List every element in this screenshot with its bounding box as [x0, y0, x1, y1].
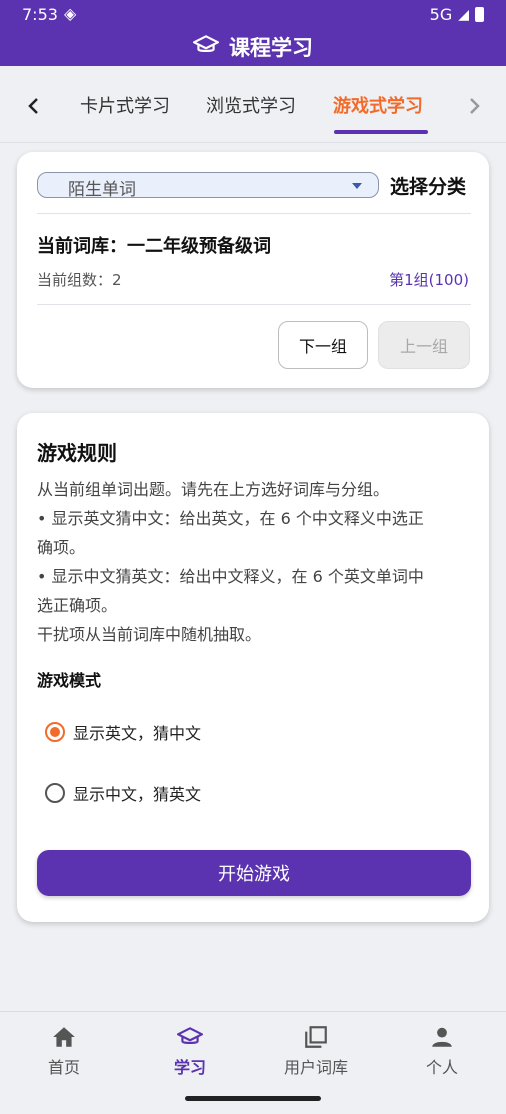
app-bar: 课程学习: [0, 28, 506, 66]
home-icon: [4, 1024, 124, 1050]
tab-game-study[interactable]: 游戏式学习: [333, 92, 423, 118]
prev-group-button[interactable]: 上一组: [378, 321, 470, 369]
rules-line: 干扰项从当前词库中随机抽取。: [37, 625, 262, 644]
library-card: 陌生单词 选择分类 当前词库：一二年级预备级词 当前组数：2 第1组(100) …: [17, 152, 489, 388]
category-select[interactable]: 陌生单词: [37, 172, 379, 200]
network-label: 5G: [429, 5, 453, 24]
radio-checked-icon[interactable]: [45, 722, 65, 742]
mode-option-label: 显示中文，猜英文: [73, 785, 202, 804]
nav-label: 用户词库: [283, 1058, 348, 1077]
person-icon: [382, 1024, 502, 1050]
bottom-nav: 首页 学习 用户词库 个人: [0, 1011, 506, 1114]
rules-line: • 显示英文猜中文：给出英文，在 6 个中文释义中选正: [37, 509, 424, 528]
group-count: 当前组数：2: [37, 271, 122, 289]
status-right: 5G ◢: [430, 5, 484, 24]
rules-line: 选正确项。: [37, 596, 118, 615]
nav-item-study[interactable]: 学习: [130, 1024, 250, 1078]
game-mode-title: 游戏模式: [37, 671, 102, 690]
nav-item-profile[interactable]: 个人: [382, 1024, 502, 1078]
status-time: 7:53: [22, 5, 58, 24]
tab-card-study[interactable]: 卡片式学习: [80, 92, 170, 118]
battery-icon: [475, 7, 484, 22]
nav-label: 个人: [425, 1058, 458, 1077]
chevron-right-icon[interactable]: [464, 94, 484, 118]
nav-item-user-library[interactable]: 用户词库: [256, 1024, 376, 1078]
nav-item-home[interactable]: 首页: [4, 1024, 124, 1078]
home-indicator[interactable]: [185, 1096, 321, 1101]
category-select-value: 陌生单词: [68, 180, 136, 200]
rules-text: 从当前组单词出题。请先在上方选好词库与分组。 • 显示英文猜中文：给出英文，在 …: [37, 475, 469, 649]
mode-option-label: 显示英文，猜中文: [73, 724, 202, 743]
status-bar: 7:53 ◈ 5G ◢: [0, 0, 506, 28]
select-category-label: 选择分类: [390, 176, 467, 198]
rules-line: 从当前组单词出题。请先在上方选好词库与分组。: [37, 480, 390, 499]
start-game-button[interactable]: 开始游戏: [37, 850, 471, 896]
chevron-left-icon[interactable]: [24, 94, 44, 118]
signal-icon: ◢: [458, 6, 469, 23]
group-range: 第1组(100): [389, 271, 469, 289]
rules-title: 游戏规则: [37, 441, 117, 465]
data-saver-icon: ◈: [64, 4, 77, 23]
nav-label: 首页: [47, 1058, 80, 1077]
library-icon: [256, 1024, 376, 1050]
graduation-cap-icon: [193, 32, 219, 63]
game-rules-card: 游戏规则 从当前组单词出题。请先在上方选好词库与分组。 • 显示英文猜中文：给出…: [17, 413, 489, 922]
next-group-button[interactable]: 下一组: [278, 321, 368, 369]
graduation-cap-icon: [130, 1024, 250, 1050]
tab-bar: 卡片式学习 浏览式学习 游戏式学习: [0, 66, 506, 143]
page-title: 课程学习: [229, 36, 313, 60]
mode-option-cn-to-en[interactable]: 显示中文，猜英文: [45, 781, 201, 805]
rules-line: • 显示中文猜英文：给出中文释义，在 6 个英文单词中: [37, 567, 424, 586]
current-library-title: 当前词库：一二年级预备级词: [37, 236, 271, 257]
radio-unchecked-icon[interactable]: [45, 783, 65, 803]
tab-indicator: [334, 130, 428, 134]
tab-browse-study[interactable]: 浏览式学习: [206, 92, 296, 118]
nav-label: 学习: [173, 1058, 206, 1077]
rules-line: 确项。: [37, 538, 86, 557]
mode-option-en-to-cn[interactable]: 显示英文，猜中文: [45, 720, 201, 744]
dropdown-arrow-icon: [352, 183, 362, 189]
divider: [37, 213, 471, 214]
divider: [37, 304, 471, 305]
